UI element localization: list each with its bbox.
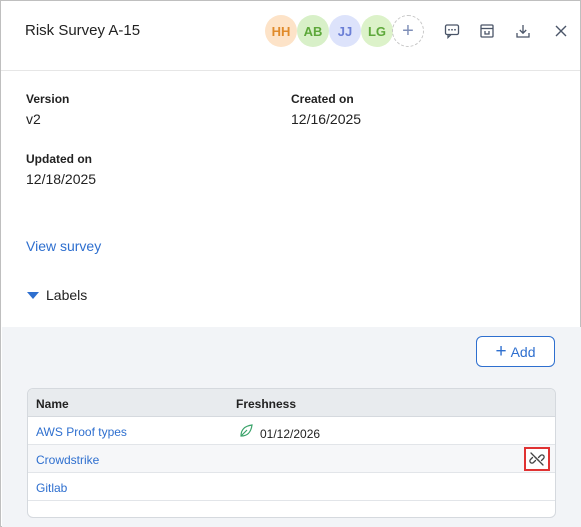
updated-on-value: 12/18/2025 [26, 171, 97, 187]
page-title: Risk Survey A-15 [25, 22, 141, 39]
avatar[interactable]: AB [297, 15, 329, 47]
avatar[interactable]: HH [265, 15, 297, 47]
survey-panel: Risk Survey A-15 HH AB JJ LG + Version v… [0, 0, 581, 527]
add-label-button[interactable]: + Add [476, 336, 555, 367]
column-header-name[interactable]: Name [36, 397, 69, 411]
table-row: Gitlab [28, 473, 555, 501]
unlink-icon [529, 452, 545, 466]
caret-down-icon [27, 291, 39, 299]
table-row: Crowdstrike [28, 445, 555, 473]
labels-section-toggle[interactable]: Labels [27, 287, 87, 303]
add-button-label: Add [510, 343, 536, 360]
close-icon[interactable] [550, 20, 572, 42]
unlink-button[interactable] [524, 447, 550, 471]
label-name-link[interactable]: Crowdstrike [36, 453, 99, 467]
updated-on-label: Updated on [26, 152, 92, 166]
download-icon[interactable] [512, 20, 534, 42]
view-survey-link[interactable]: View survey [26, 238, 101, 254]
table-header: Name Freshness [28, 389, 555, 417]
plus-icon: + [402, 20, 414, 42]
avatar[interactable]: JJ [329, 15, 361, 47]
created-on-value: 12/16/2025 [291, 111, 362, 127]
label-name-link[interactable]: AWS Proof types [36, 425, 127, 439]
add-collaborator-button[interactable]: + [392, 15, 424, 47]
version-label: Version [26, 92, 70, 106]
comment-icon[interactable] [441, 20, 463, 42]
avatar[interactable]: LG [361, 15, 393, 47]
leaf-icon [238, 423, 254, 444]
freshness-cell: 01/12/2026 [238, 423, 320, 444]
panel-header: Risk Survey A-15 HH AB JJ LG + [1, 1, 580, 71]
column-header-freshness[interactable]: Freshness [236, 397, 296, 411]
table-row: AWS Proof types 01/12/2026 [28, 417, 555, 445]
version-value: v2 [26, 111, 41, 127]
created-on-label: Created on [291, 92, 354, 106]
freshness-date: 01/12/2026 [260, 426, 321, 441]
label-name-link[interactable]: Gitlab [36, 481, 67, 495]
labels-table: Name Freshness AWS Proof types 01/12/202… [27, 388, 556, 518]
archive-icon[interactable] [476, 20, 498, 42]
labels-section-title: Labels [46, 287, 88, 303]
plus-icon: + [495, 341, 507, 362]
